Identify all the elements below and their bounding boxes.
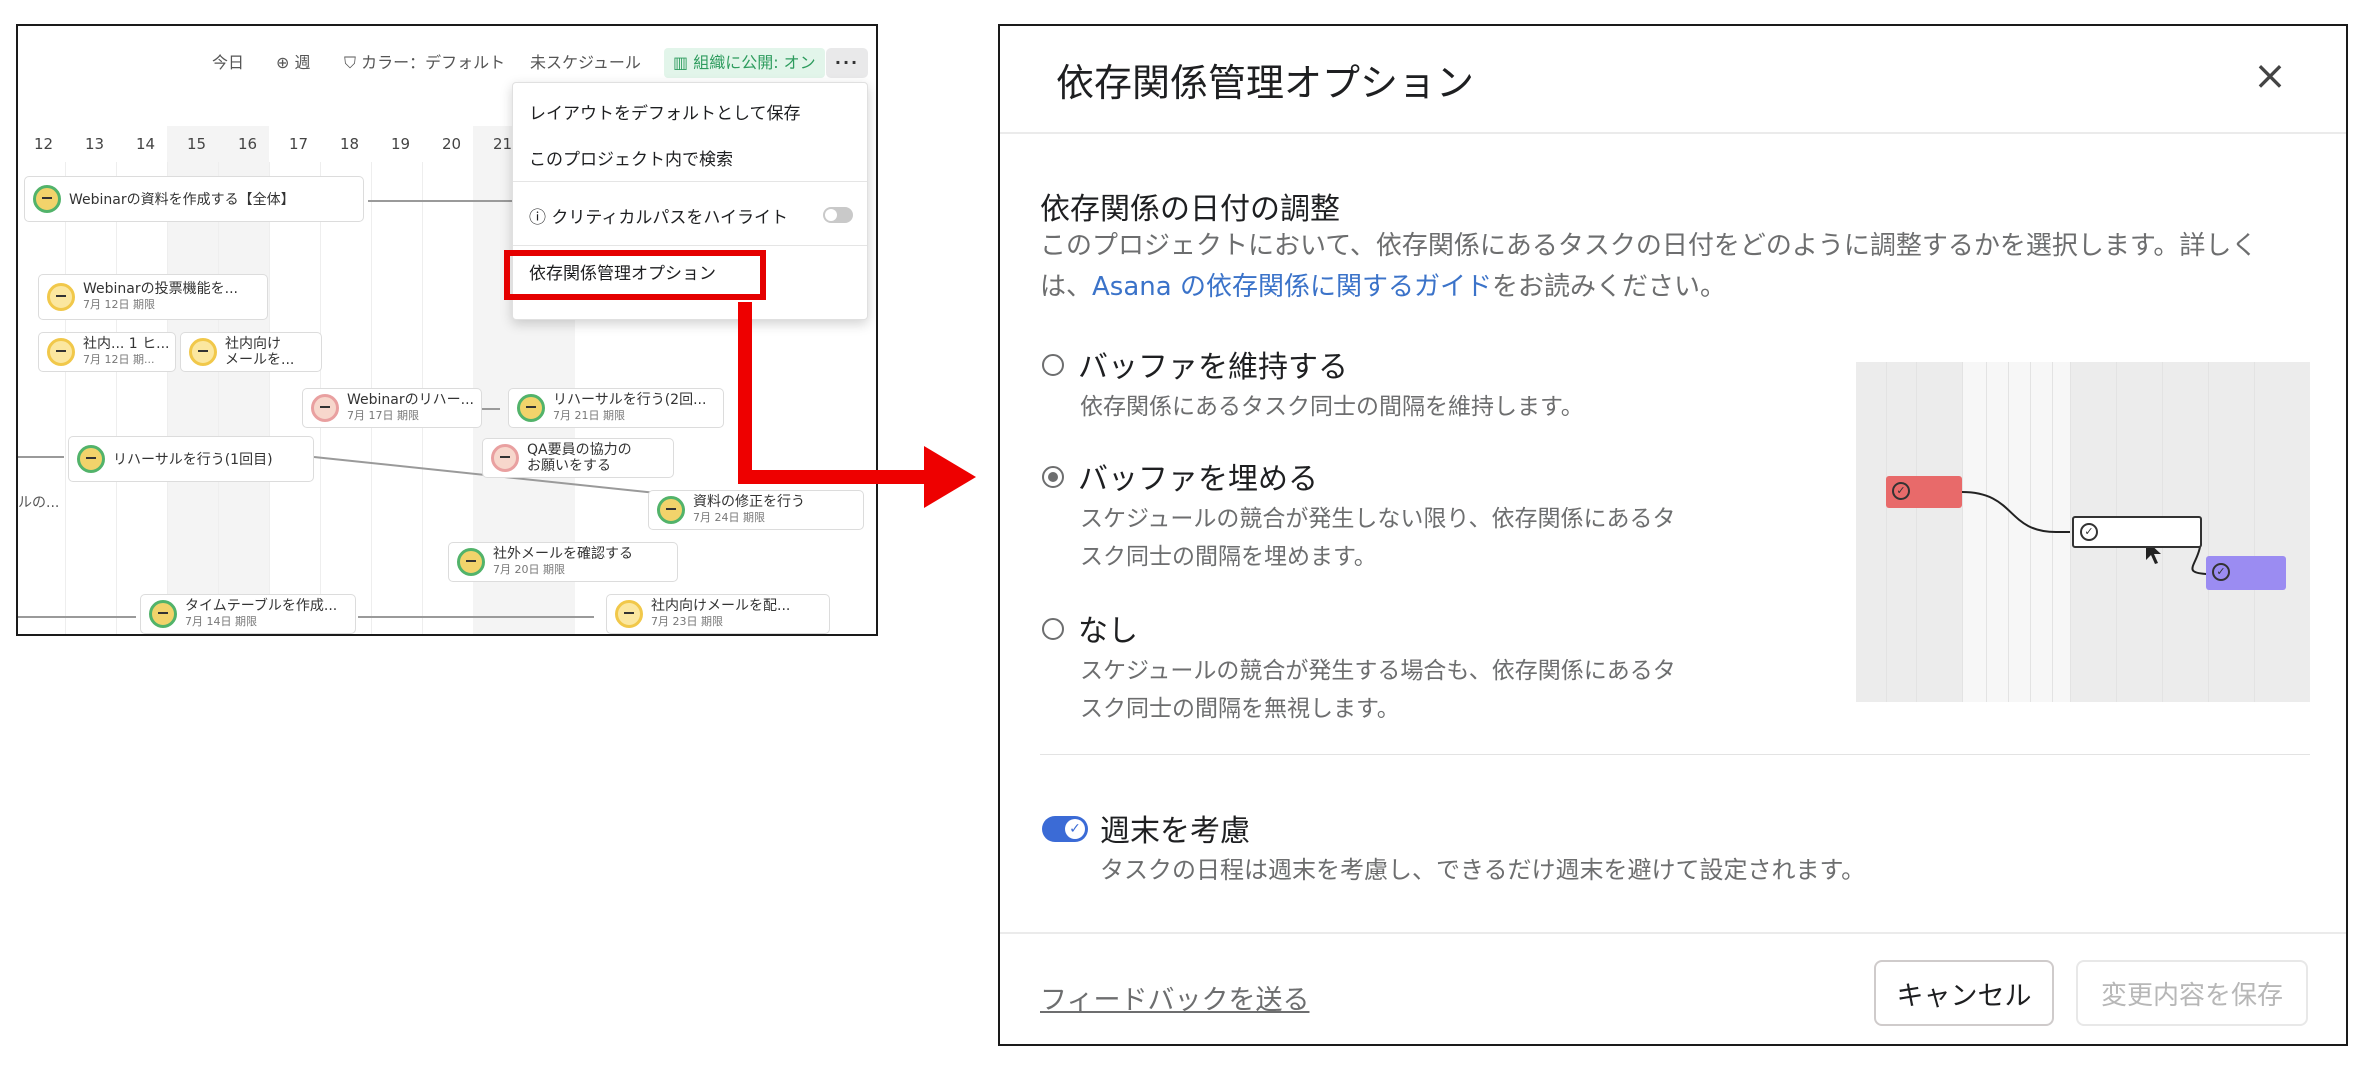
option-description: スケジュールの競合が発生しない限り、依存関係にあるタスク同士の間隔を埋めます。 [1080,506,1676,570]
dependency-line [18,456,64,458]
task-bar[interactable]: 社外メールを確認する 7月 20日 期限 [448,542,678,582]
task-title: Webinarの資料を作成する【全体】 [69,192,295,208]
task-due: 7月 12日 期... [83,353,155,366]
task-bar[interactable]: 社内向け メールを... [180,332,322,372]
dependency-options-dialog: 依存関係管理オプション × 依存関係の日付の調整 このプロジェクトにおいて、依存… [998,24,2348,1046]
radio-fill-buffer[interactable] [1042,466,1064,488]
check-icon: ✓ [2080,523,2098,541]
radio-keep-buffer[interactable] [1042,354,1064,376]
task-title: 社内向け [225,336,281,352]
task-bar[interactable]: リハーサルを行う(1回目) [68,436,314,482]
option-label[interactable]: なし [1078,606,1138,650]
task-bar[interactable]: 社内... 1 ヒ... 7月 12日 期... [38,332,176,372]
task-bar[interactable]: Webinarの資料を作成する【全体】 [24,176,364,222]
task-title: リハーサルを行う(1回目) [113,452,273,468]
avatar [47,283,75,311]
task-bar[interactable]: リハーサルを行う(2回... 7月 21日 期限 [508,388,724,428]
avatar [33,185,61,213]
task-title: 社内向けメールを配... [651,598,791,614]
dependency-line [18,616,136,618]
menu-divider [513,181,867,182]
option-label[interactable]: バッファを埋める [1078,454,1318,498]
task-edge-label: ルの... [18,495,60,511]
callout-arrow-head [924,446,976,508]
task-title: QA要員の協力の [527,442,632,458]
avatar [657,496,685,524]
illustration-task-white: ✓ [2072,516,2202,548]
critical-path-label: クリティカルパスをハイライト [551,208,789,228]
task-bar[interactable]: QA要員の協力の お願いをする [482,438,674,478]
illustration-task-red: ✓ [1886,476,1962,508]
task-due: 7月 20日 期限 [493,563,565,576]
divider [1000,932,2346,934]
avatar [77,445,105,473]
avatar [615,600,643,628]
dependency-guide-link[interactable]: Asana の依存関係に関するガイド [1092,272,1492,302]
weekend-toggle[interactable] [1042,816,1088,842]
divider [1000,132,2346,134]
task-bar[interactable]: 資料の修正を行う 7月 24日 期限 [648,490,864,530]
menu-item-save-layout[interactable]: レイアウトをデフォルトとして保存 [529,99,801,124]
option-label[interactable]: バッファを維持する [1078,342,1348,386]
option-description: スケジュールの競合が発生する場合も、依存関係にあるタスク同士の間隔を無視します。 [1080,658,1676,722]
send-feedback-link[interactable]: フィードバックを送る [1040,978,1309,1017]
task-due: 7月 17日 期限 [347,409,419,422]
dialog-title: 依存関係管理オプション [1056,61,1475,105]
avatar [457,548,485,576]
dependency-line [358,616,594,618]
avatar [517,394,545,422]
task-bar[interactable]: 社内向けメールを配... 7月 23日 期限 [606,594,830,634]
task-due: 7月 24日 期限 [693,511,765,524]
section-title: 依存関係の日付の調整 [1040,192,1340,227]
critical-path-toggle[interactable] [823,207,853,223]
task-due: 7月 14日 期限 [185,615,257,628]
task-due: 7月 21日 期限 [553,409,625,422]
task-title: 資料の修正を行う [693,494,805,510]
task-due: 7月 12日 期限 [83,298,155,311]
radio-none[interactable] [1042,618,1064,640]
task-bar[interactable]: タイムテーブルを作成... 7月 14日 期限 [140,594,356,634]
highlight-box [504,250,766,300]
info-icon: ⓘ [529,208,552,228]
avatar [47,338,75,366]
task-due: お願いをする [527,458,611,474]
task-title: 社外メールを確認する [493,546,633,562]
check-icon: ✓ [1892,482,1910,500]
avatar [189,338,217,366]
callout-arrow-shaft [738,302,752,484]
avatar [491,444,519,472]
save-changes-button[interactable]: 変更内容を保存 [2076,960,2308,1026]
option-description: 依存関係にあるタスク同士の間隔を維持します。 [1080,394,1584,420]
task-title: Webinarの投票機能を... [83,281,238,297]
close-icon[interactable]: × [2250,56,2290,96]
menu-item-critical-path[interactable]: ⓘ クリティカルパスをハイライト [529,203,788,228]
menu-divider [513,245,867,246]
avatar [149,600,177,628]
dependency-illustration: ✓ ✓ ✓ [1856,362,2310,702]
task-title: タイムテーブルを作成... [185,598,338,614]
divider [1040,754,2310,755]
callout-arrow-shaft [738,470,926,484]
check-icon: ✓ [2212,563,2230,581]
menu-item-search-project[interactable]: このプロジェクト内で検索 [529,145,733,170]
task-bar[interactable]: Webinarの投票機能を... 7月 12日 期限 [38,274,268,320]
task-due: メールを... [225,352,295,368]
cancel-button[interactable]: キャンセル [1874,960,2054,1026]
description-text: をお読みください。 [1491,272,1726,302]
illustration-task-purple: ✓ [2206,556,2286,590]
avatar [311,394,339,422]
task-bar[interactable]: Webinarのリハー... 7月 17日 期限 [302,388,482,428]
section-description: このプロジェクトにおいて、依存関係にあるタスクの日付をどのように調整するかを選択… [1040,226,2280,308]
task-title: リハーサルを行う(2回... [553,392,707,408]
task-title: 社内... 1 ヒ... [83,336,170,352]
weekend-label: 週末を考慮 [1100,814,1250,849]
task-title: Webinarのリハー... [347,392,474,408]
dependency-line [368,200,518,202]
task-due: 7月 23日 期限 [651,615,723,628]
weekend-description: タスクの日程は週末を考慮し、できるだけ週末を避けて設定されます。 [1100,856,1866,884]
